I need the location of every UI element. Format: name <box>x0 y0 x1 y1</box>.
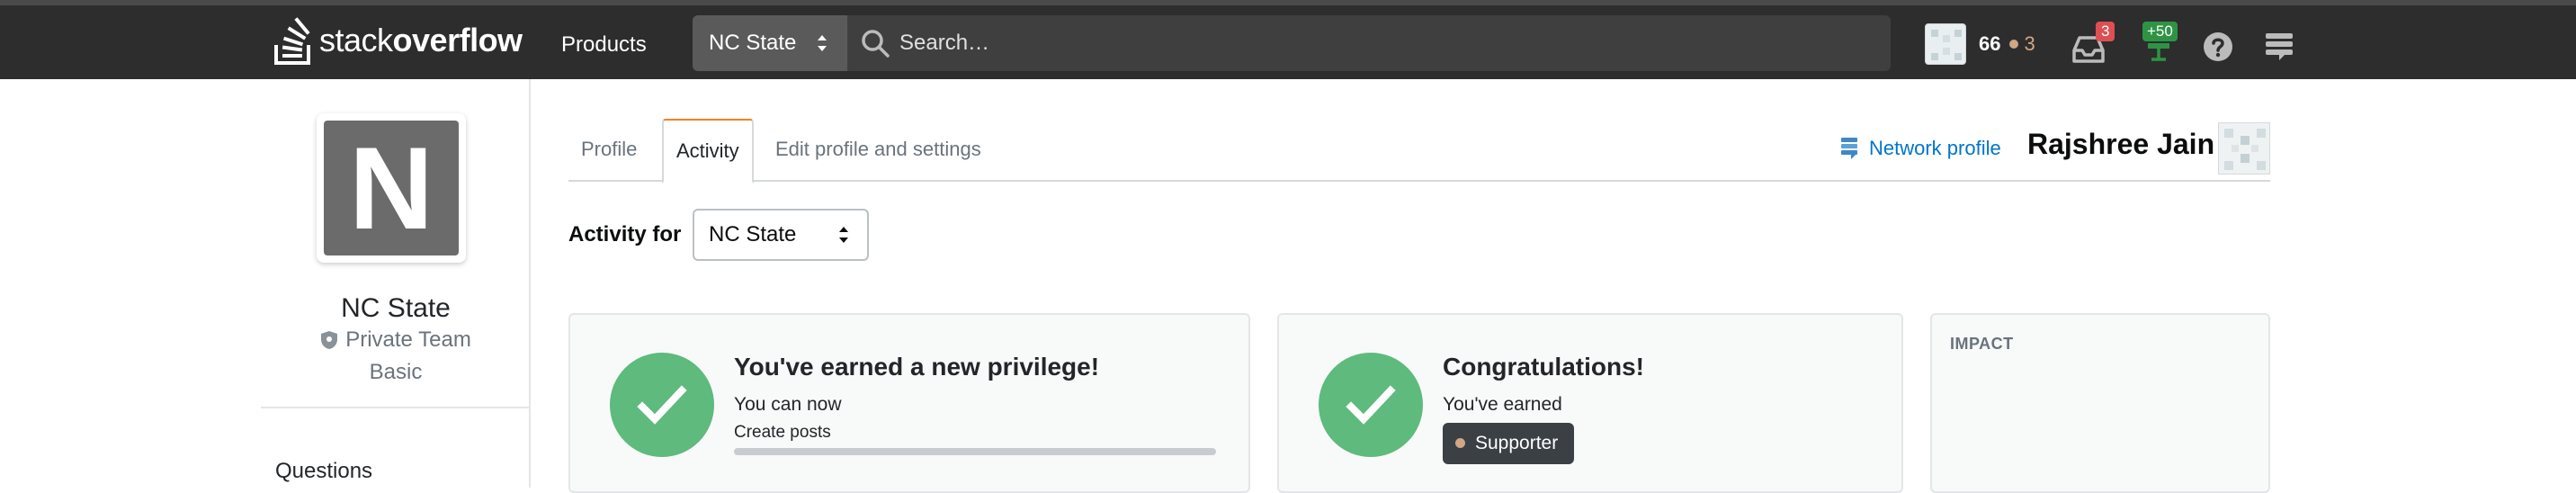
user-card[interactable]: 66 3 <box>1925 22 2035 67</box>
supporter-badge[interactable]: Supporter <box>1443 423 1575 464</box>
privilege-card: You've earned a new privilege! You can n… <box>568 313 1250 493</box>
profile-tabs: Profile Activity Edit profile and settin… <box>568 119 2270 184</box>
check-circle-icon <box>1319 353 1423 457</box>
achievements-badge: +50 <box>2142 22 2178 41</box>
team-selector-value: NC State <box>709 31 797 55</box>
search-bar <box>847 15 1891 71</box>
team-type: Private Team <box>261 327 531 353</box>
badge-card-title: Congratulations! <box>1443 353 1644 381</box>
team-plan: Basic <box>369 360 423 384</box>
left-sidebar: N NC State Private Team Basic Questions <box>261 79 531 488</box>
profile-display-name: Rajshree Jain <box>2027 128 2215 160</box>
reputation-count: 66 <box>1979 32 2001 55</box>
activity-team-select[interactable]: NC State <box>693 209 869 261</box>
select-caret-icon <box>839 227 848 243</box>
team-avatar-letter: N <box>324 121 459 255</box>
stackoverflow-logo-icon <box>274 16 314 65</box>
tab-edit-profile[interactable]: Edit profile and settings <box>763 119 994 182</box>
privilege-progress-bar <box>734 448 1216 455</box>
team-name: NC State <box>341 293 451 323</box>
search-icon <box>862 30 890 58</box>
products-menu[interactable]: Products <box>545 23 663 67</box>
logo-wordmark: stackoverflow <box>319 22 523 58</box>
tab-profile[interactable]: Profile <box>568 119 649 182</box>
help-button[interactable] <box>2198 25 2240 67</box>
activity-team-select-value: NC State <box>709 222 797 246</box>
top-bar: stackoverflow Products NC State 66 3 <box>0 0 2576 79</box>
profile-avatar <box>2218 122 2270 175</box>
sidebar-divider <box>261 407 529 408</box>
sidebar-item-questions[interactable]: Questions <box>275 459 372 484</box>
team-avatar: N <box>317 113 466 263</box>
bronze-badge-count: 3 <box>2024 32 2035 55</box>
select-caret-icon <box>818 35 827 51</box>
stackoverflow-logo[interactable]: stackoverflow <box>274 14 523 67</box>
privilege-subtitle: You can now <box>734 394 842 415</box>
privilege-progress-fill <box>734 448 1216 455</box>
privilege-title: You've earned a new privilege! <box>734 353 1100 381</box>
impact-heading: IMPACT <box>1950 335 2014 353</box>
activity-for-label: Activity for <box>568 222 682 246</box>
team-type-label: Private Team <box>345 327 471 352</box>
tab-activity[interactable]: Activity <box>662 119 754 184</box>
site-switcher-button[interactable] <box>2259 25 2301 67</box>
check-circle-icon <box>610 353 714 457</box>
inbox-count-badge: 3 <box>2096 22 2115 41</box>
impact-card: IMPACT <box>1930 313 2270 493</box>
network-profile-label: Network profile <box>1869 137 2001 159</box>
help-icon <box>2204 32 2232 61</box>
badge-card-subtitle: You've earned <box>1443 394 1562 415</box>
avatar <box>1925 23 1966 65</box>
site-switcher-icon <box>2266 33 2293 60</box>
search-input[interactable] <box>899 15 1871 71</box>
inbox-button[interactable]: 3 <box>2071 22 2115 67</box>
bronze-badge-icon <box>2009 40 2019 49</box>
privilege-name: Create posts <box>734 423 831 442</box>
stack-exchange-icon <box>1841 138 1857 159</box>
supporter-badge-label: Supporter <box>1475 433 1559 453</box>
network-profile-link[interactable]: Network profile <box>1840 137 2001 160</box>
achievements-button[interactable]: +50 <box>2139 22 2180 67</box>
team-selector[interactable]: NC State <box>693 15 847 71</box>
badge-earned-card: Congratulations! You've earned Supporter <box>1277 313 1903 493</box>
shield-icon <box>321 331 338 349</box>
bronze-badge-icon <box>1455 438 1465 448</box>
